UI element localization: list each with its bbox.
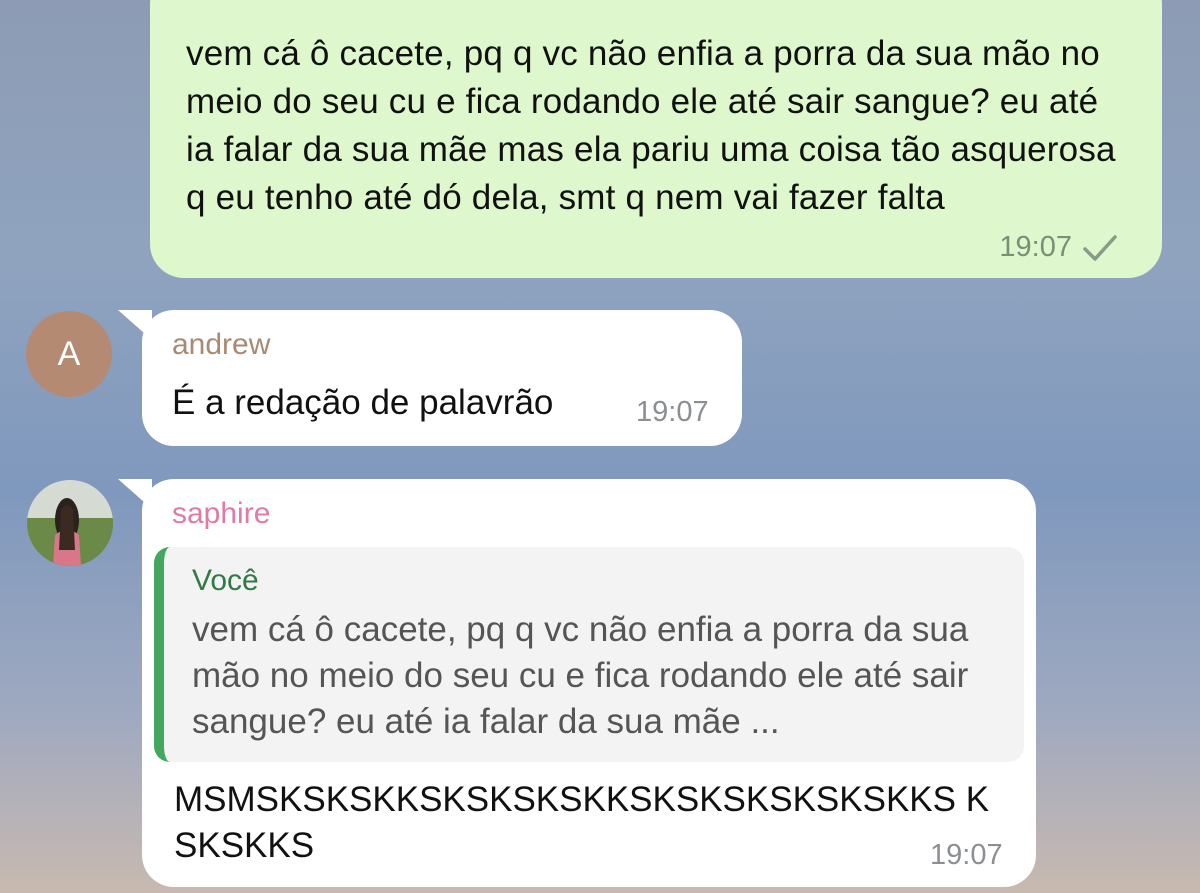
outgoing-message-text: vem cá ô cacete, pq q vc não enfia a por… xyxy=(186,34,1116,217)
saphire-sender-name[interactable]: saphire xyxy=(172,497,270,531)
quoted-reply-text: vem cá ô cacete, pq q vc não enfia a por… xyxy=(192,610,969,741)
outgoing-message-bubble[interactable]: vem cá ô cacete, pq q vc não enfia a por… xyxy=(150,0,1162,278)
andrew-sender-name[interactable]: andrew xyxy=(172,328,270,362)
avatar-letter: A xyxy=(57,334,81,373)
outgoing-message-meta: 19:07 xyxy=(999,231,1118,264)
saphire-avatar[interactable] xyxy=(27,480,113,566)
andrew-message-bubble[interactable]: andrew É a redação de palavrão 19:07 xyxy=(142,310,742,446)
single-check-icon xyxy=(1083,234,1117,261)
quoted-reply-name: Você xyxy=(192,564,259,597)
saphire-message-text: MSMSKSKSKKSKSKSKSKKSKSKSKSKSKSKKS KSKSKK… xyxy=(174,780,990,865)
saphire-message-bubble[interactable]: saphire Você vem cá ô cacete, pq q vc nã… xyxy=(142,479,1036,887)
saphire-avatar-photo xyxy=(27,480,113,566)
saphire-message-time: 19:07 xyxy=(930,839,1003,871)
andrew-message-text: É a redação de palavrão xyxy=(172,383,554,422)
andrew-avatar[interactable]: A xyxy=(26,311,112,397)
quoted-reply[interactable]: Você vem cá ô cacete, pq q vc não enfia … xyxy=(154,547,1024,762)
andrew-message-time: 19:07 xyxy=(636,396,709,428)
outgoing-message-time: 19:07 xyxy=(999,231,1072,263)
